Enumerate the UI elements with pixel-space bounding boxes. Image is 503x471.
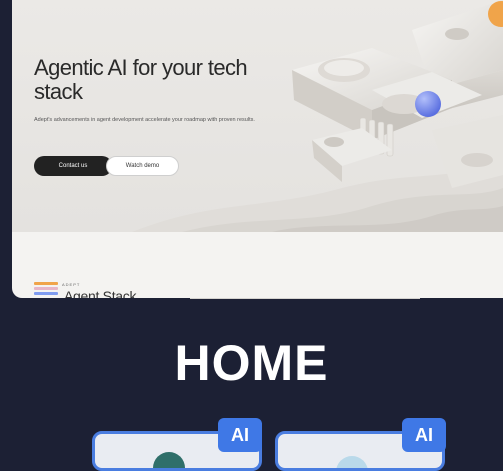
hero-subtitle: Adept's advancements in agent developmen… [34, 117, 255, 123]
watch-demo-button[interactable]: Watch demo [106, 156, 179, 176]
logo-name-text: Agent Stack [64, 288, 137, 298]
hero-title: Agentic AI for your tech stack [34, 55, 248, 104]
ai-badge-2: AI [402, 418, 446, 452]
stack-logo-icon [34, 282, 58, 298]
divider [190, 298, 420, 299]
hero-section: Agentic AI for your tech stack Adept's a… [12, 0, 503, 232]
website-preview-card[interactable]: Agentic AI for your tech stack Adept's a… [12, 0, 503, 298]
contact-us-button[interactable]: Contact us [34, 156, 112, 176]
ai-badge-1: AI [218, 418, 262, 452]
page-title: HOME [174, 335, 329, 391]
logo-brand-text: ADEPT [62, 282, 81, 287]
